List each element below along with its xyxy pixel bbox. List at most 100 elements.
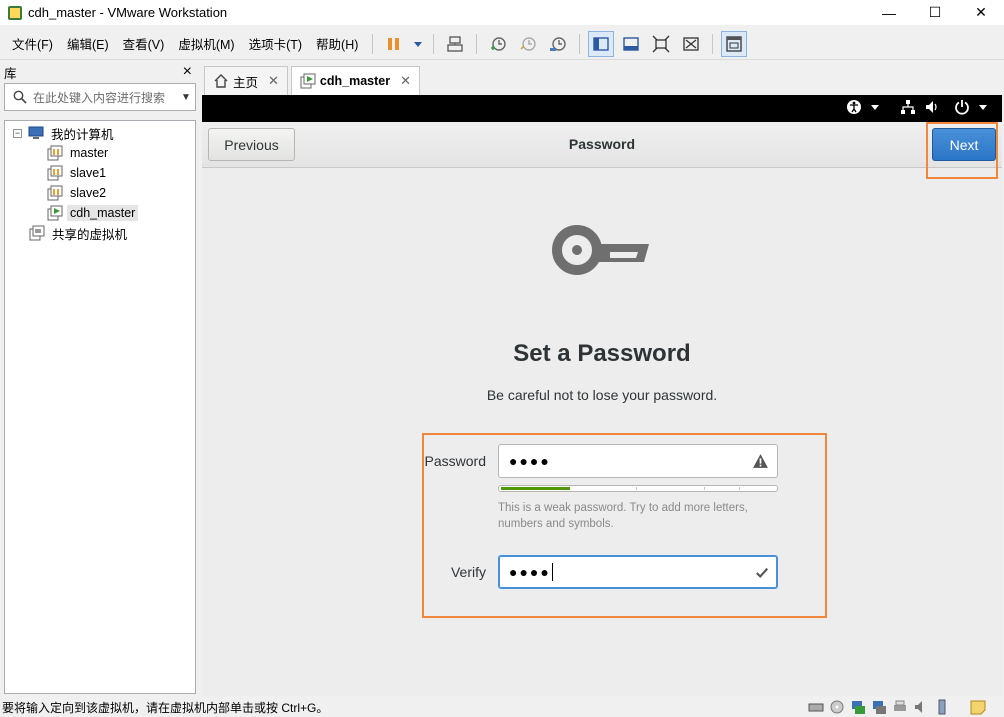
snapshot-manager-icon bbox=[550, 36, 567, 51]
page-heading: Set a Password bbox=[513, 340, 691, 367]
accessibility-icon[interactable] bbox=[846, 99, 862, 115]
printer-icon[interactable] bbox=[892, 699, 908, 715]
menu-tabs[interactable]: 选项卡(T) bbox=[243, 34, 308, 53]
volume-icon[interactable] bbox=[924, 99, 940, 115]
usb-controller-icon[interactable] bbox=[871, 699, 887, 715]
menu-vm[interactable]: 虚拟机(M) bbox=[172, 34, 240, 53]
show-library-button[interactable] bbox=[588, 30, 615, 57]
tab-home[interactable]: 主页 ✕ bbox=[204, 66, 288, 95]
header-title: Password bbox=[568, 136, 636, 152]
key-icon bbox=[552, 225, 649, 275]
toolbar-separator bbox=[712, 33, 714, 54]
vm-running-icon bbox=[300, 73, 316, 89]
strength-divider bbox=[704, 487, 705, 490]
tree-item-vm-selected[interactable]: cdh_master bbox=[47, 203, 139, 223]
verify-field[interactable]: ●●●● bbox=[498, 555, 778, 589]
vm-icon bbox=[47, 145, 63, 161]
fullscreen-button[interactable] bbox=[648, 31, 674, 57]
usb-device-icon[interactable] bbox=[934, 699, 950, 715]
tree-item-vm[interactable]: master bbox=[47, 143, 111, 163]
gnome-top-bar bbox=[202, 95, 1002, 122]
menu-help[interactable]: 帮助(H) bbox=[310, 34, 364, 53]
password-label: Password bbox=[424, 453, 486, 469]
chevron-down-icon[interactable] bbox=[978, 102, 988, 112]
thumbnail-view-icon bbox=[623, 36, 640, 51]
minimize-button[interactable]: — bbox=[866, 0, 912, 25]
toolbar-separator bbox=[579, 33, 581, 54]
unity-icon bbox=[683, 36, 700, 51]
home-icon bbox=[214, 74, 228, 88]
power-dropdown-button[interactable] bbox=[411, 31, 425, 57]
password-field[interactable]: ●●●● bbox=[498, 444, 778, 478]
library-header: 库 × bbox=[0, 62, 200, 82]
menu-view[interactable]: 查看(V) bbox=[117, 34, 171, 53]
chevron-down-icon[interactable] bbox=[870, 102, 880, 112]
computer-icon bbox=[28, 126, 44, 139]
send-ctrl-alt-del-button[interactable] bbox=[442, 31, 468, 57]
text-caret bbox=[551, 563, 553, 581]
sound-card-icon[interactable] bbox=[913, 699, 929, 715]
password-value: ●●●● bbox=[509, 453, 551, 469]
unity-button[interactable] bbox=[678, 31, 704, 57]
menu-toolbar: 文件(F) 编辑(E) 查看(V) 虚拟机(M) 选项卡(T) 帮助(H) bbox=[0, 28, 1004, 60]
revert-snapshot-button[interactable] bbox=[515, 31, 541, 57]
power-icon[interactable] bbox=[954, 99, 970, 115]
vm-running-icon bbox=[47, 205, 63, 221]
tree-item-my-computer[interactable]: − 我的计算机 bbox=[13, 123, 117, 143]
strength-divider bbox=[739, 487, 740, 490]
close-window-button[interactable]: ✕ bbox=[958, 0, 1004, 25]
snapshot-clock-icon bbox=[491, 36, 507, 51]
toolbar-separator bbox=[476, 33, 478, 54]
library-close-icon[interactable]: × bbox=[183, 63, 192, 81]
vm-icon bbox=[47, 185, 63, 201]
close-tab-icon[interactable]: ✕ bbox=[268, 73, 279, 89]
toolbar-separator bbox=[433, 33, 435, 54]
checkmark-icon bbox=[756, 567, 769, 579]
tree-item-shared-vms[interactable]: 共享的虚拟机 bbox=[29, 223, 130, 243]
maximize-button[interactable]: ☐ bbox=[912, 0, 958, 25]
message-log-icon[interactable] bbox=[970, 699, 986, 715]
library-search-input[interactable]: 在此处键入内容进行搜索 ▼ bbox=[4, 83, 196, 111]
hard-disk-icon[interactable] bbox=[808, 699, 824, 715]
fullscreen-icon bbox=[652, 35, 670, 52]
tab-strip: 主页 ✕ cdh_master ✕ bbox=[204, 66, 423, 95]
tree-item-vm[interactable]: slave2 bbox=[47, 183, 109, 203]
close-tab-icon[interactable]: ✕ bbox=[400, 73, 411, 89]
status-bar: 要将输入定向到该虚拟机，请在虚拟机内部单击或按 Ctrl+G。 bbox=[0, 698, 1004, 717]
vm-icon bbox=[47, 165, 63, 181]
library-tree: − 我的计算机 master slave1 slave2 cdh_master … bbox=[4, 120, 196, 694]
thumbnail-bar-button[interactable] bbox=[618, 31, 644, 57]
take-snapshot-button[interactable] bbox=[485, 31, 511, 57]
window-title: cdh_master - VMware Workstation bbox=[28, 5, 228, 20]
shared-vm-icon bbox=[29, 225, 45, 241]
next-button-highlight bbox=[926, 122, 998, 179]
pause-icon bbox=[388, 37, 400, 50]
window-controls: — ☐ ✕ bbox=[866, 0, 1004, 25]
keyboard-icon bbox=[447, 35, 464, 52]
cd-rom-icon[interactable] bbox=[829, 699, 845, 715]
collapse-icon[interactable]: − bbox=[13, 128, 22, 138]
verify-label: Verify bbox=[450, 564, 486, 580]
tab-cdh-master[interactable]: cdh_master ✕ bbox=[290, 66, 421, 95]
installer-header-bar: Previous Password Next bbox=[202, 122, 1002, 168]
password-strength-hint: This is a weak password. Try to add more… bbox=[498, 502, 748, 530]
password-strength-bar bbox=[498, 485, 778, 492]
network-icon[interactable] bbox=[900, 99, 916, 115]
pause-button[interactable] bbox=[381, 31, 407, 57]
search-dropdown-icon[interactable]: ▼ bbox=[181, 92, 195, 103]
snapshot-manager-button[interactable] bbox=[545, 31, 571, 57]
device-icons bbox=[808, 699, 986, 715]
page-subheading: Be careful not to lose your password. bbox=[486, 387, 718, 403]
title-bar: cdh_master - VMware Workstation — ☐ ✕ bbox=[0, 0, 1004, 25]
vm-console[interactable]: Previous Password Next Set a Password Be… bbox=[202, 95, 1002, 696]
tree-item-vm[interactable]: slave1 bbox=[47, 163, 109, 183]
menu-edit[interactable]: 编辑(E) bbox=[61, 34, 115, 53]
console-view-button[interactable] bbox=[721, 30, 748, 57]
network-adapter-icon[interactable] bbox=[850, 699, 866, 715]
verify-value: ●●●● bbox=[509, 564, 551, 580]
strength-divider bbox=[636, 487, 637, 490]
system-tray bbox=[846, 99, 988, 115]
console-view-icon bbox=[726, 35, 743, 52]
search-placeholder: 在此处键入内容进行搜索 bbox=[33, 90, 166, 105]
menu-file[interactable]: 文件(F) bbox=[6, 34, 59, 53]
